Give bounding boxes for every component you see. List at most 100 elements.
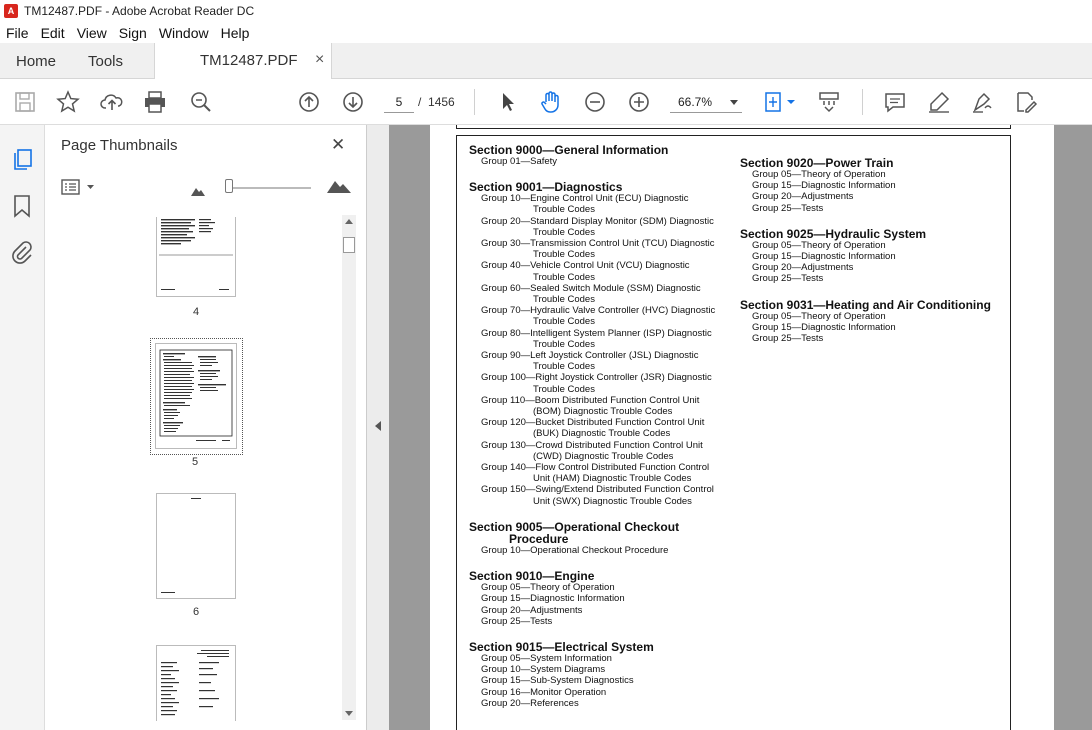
section-heading: Section 9005—Operational Checkout Proced… [469, 519, 680, 546]
save-icon[interactable] [12, 79, 38, 125]
bookmark-star-icon[interactable] [55, 79, 81, 125]
tab-tools[interactable]: Tools [88, 43, 123, 79]
group-entry: Group 05—Theory of Operation [481, 582, 615, 594]
thumbnail-label: 5 [191, 456, 199, 468]
comment-icon[interactable] [882, 79, 908, 125]
bookmarks-icon[interactable] [12, 194, 32, 223]
menu-help[interactable]: Help [221, 25, 250, 41]
section-heading: Section 9010—Engine [469, 569, 595, 584]
hand-tool-icon[interactable] [537, 79, 565, 125]
thumbnail-label: 6 [192, 606, 200, 618]
scrolling-mode-icon[interactable] [815, 79, 843, 125]
group-entry-continuation: Trouble Codes [533, 316, 595, 328]
zoom-in-icon[interactable] [626, 79, 652, 125]
group-entry: Group 15—Diagnostic Information [481, 593, 625, 605]
menu-view[interactable]: View [77, 25, 107, 41]
share-upload-icon[interactable] [99, 79, 125, 125]
edit-pdf-icon[interactable] [1012, 79, 1040, 125]
thumbnail-scrollbar[interactable] [342, 215, 356, 720]
menu-window[interactable]: Window [159, 25, 209, 41]
thumbnail-page-6[interactable] [156, 493, 236, 599]
group-entry: Group 10—System Diagrams [481, 664, 606, 676]
document-view[interactable]: Section 9000—General Information Group 01… [389, 125, 1092, 730]
scrollbar-thumb[interactable] [343, 237, 355, 253]
group-entry: Group 01—Safety [481, 156, 558, 167]
group-entry-continuation: Trouble Codes [533, 271, 595, 283]
group-entry: Group 05—System Information [481, 652, 612, 664]
toolbar-divider [862, 89, 863, 115]
navigation-rail [0, 125, 45, 730]
zoom-level-value: 66.7% [678, 95, 713, 109]
group-entry: Group 60—Sealed Switch Module (SSM) Diag… [481, 282, 701, 294]
section-heading: Section 9031—Heating and Air Conditionin… [740, 297, 991, 312]
tab-document-label: TM12487.PDF [200, 52, 298, 69]
scroll-down-icon[interactable] [345, 711, 353, 716]
chevron-down-icon [730, 100, 738, 105]
page-separator: / [418, 95, 422, 109]
group-entry-continuation: (CWD) Diagnostic Trouble Codes [533, 450, 674, 462]
group-entry: Group 10—Operational Checkout Procedure [481, 544, 669, 556]
section-heading: Section 9001—Diagnostics [469, 180, 623, 195]
page-thumbnails-icon[interactable] [11, 147, 35, 176]
group-entry-continuation: Trouble Codes [533, 294, 595, 306]
menu-sign[interactable]: Sign [119, 25, 147, 41]
group-entry-continuation: (BUK) Diagnostic Trouble Codes [533, 428, 671, 440]
group-entry-continuation: Trouble Codes [533, 361, 595, 373]
tab-document[interactable]: TM12487.PDF × [154, 43, 332, 80]
group-entry: Group 25—Tests [752, 333, 824, 345]
slider-handle[interactable] [225, 179, 233, 193]
menu-file[interactable]: File [6, 25, 29, 41]
group-entry-continuation: Trouble Codes [533, 383, 595, 395]
group-entry: Group 20—Adjustments [481, 604, 583, 616]
tab-home[interactable]: Home [16, 43, 56, 79]
group-entry: Group 110—Boom Distributed Function Cont… [481, 394, 700, 406]
panel-title: Page Thumbnails [61, 137, 178, 154]
print-icon[interactable] [142, 79, 168, 125]
thumbnail-page-7[interactable] [156, 645, 236, 721]
zoom-level-select[interactable]: 66.7% [670, 91, 742, 113]
group-entry: Group 140—Flow Control Distributed Funct… [481, 462, 710, 474]
close-panel-icon[interactable]: ✕ [331, 135, 345, 155]
group-entry: Group 30—Transmission Control Unit (TCU)… [481, 238, 715, 250]
panel-collapse-handle[interactable] [367, 125, 389, 730]
section-heading: Section 9025—Hydraulic System [740, 226, 927, 241]
thumbnail-small-icon [191, 183, 205, 201]
previous-page-icon[interactable] [296, 79, 322, 125]
group-entry: Group 15—Sub-System Diagnostics [481, 675, 634, 687]
thumbnails-panel: Page Thumbnails ✕ 4 5 6 [45, 125, 367, 730]
group-entry: Group 90—Left Joystick Controller (JSL) … [481, 350, 699, 362]
thumbnail-options-icon[interactable] [61, 178, 97, 201]
attachments-icon[interactable] [11, 239, 33, 270]
toolbar-divider [474, 89, 475, 115]
fit-page-icon[interactable] [762, 79, 798, 125]
scroll-up-icon[interactable] [345, 219, 353, 224]
group-entry-continuation: Trouble Codes [533, 249, 595, 261]
group-entry: Group 120—Bucket Distributed Function Co… [481, 417, 705, 429]
window-title: TM12487.PDF - Adobe Acrobat Reader DC [24, 4, 255, 18]
zoom-search-icon[interactable] [188, 79, 214, 125]
contents-right-column: Section 9020—Power Train Group 05—Theory … [740, 157, 1005, 344]
page-number-input[interactable]: 5 [384, 91, 414, 113]
collapse-arrow-icon[interactable] [375, 421, 381, 431]
next-page-icon[interactable] [340, 79, 366, 125]
sign-icon[interactable] [969, 79, 997, 125]
zoom-out-icon[interactable] [582, 79, 608, 125]
group-entry: Group 80—Intelligent System Planner (ISP… [481, 327, 712, 339]
section-heading: Section 9000—General Information [469, 143, 669, 157]
group-entry: Group 16—Monitor Operation [481, 686, 607, 698]
group-entry-continuation: (BOM) Diagnostic Trouble Codes [533, 406, 673, 418]
page-total: / 1456 [418, 91, 455, 113]
group-entry: Group 20—Adjustments [752, 191, 854, 203]
thumbnail-large-icon [327, 179, 351, 198]
menu-edit[interactable]: Edit [41, 25, 65, 41]
group-entry: Group 20—Standard Display Monitor (SDM) … [481, 215, 714, 227]
thumbnail-size-slider[interactable] [225, 187, 311, 189]
select-cursor-icon[interactable] [494, 79, 520, 125]
thumbnail-page-4[interactable] [156, 217, 236, 297]
group-entry-continuation: Trouble Codes [533, 204, 595, 216]
thumbnail-label: 4 [192, 306, 200, 318]
tab-close-icon[interactable]: × [315, 51, 324, 69]
group-entry: Group 05—Theory of Operation [752, 239, 886, 251]
highlight-pen-icon[interactable] [925, 79, 953, 125]
thumbnail-page-5[interactable] [155, 343, 237, 449]
